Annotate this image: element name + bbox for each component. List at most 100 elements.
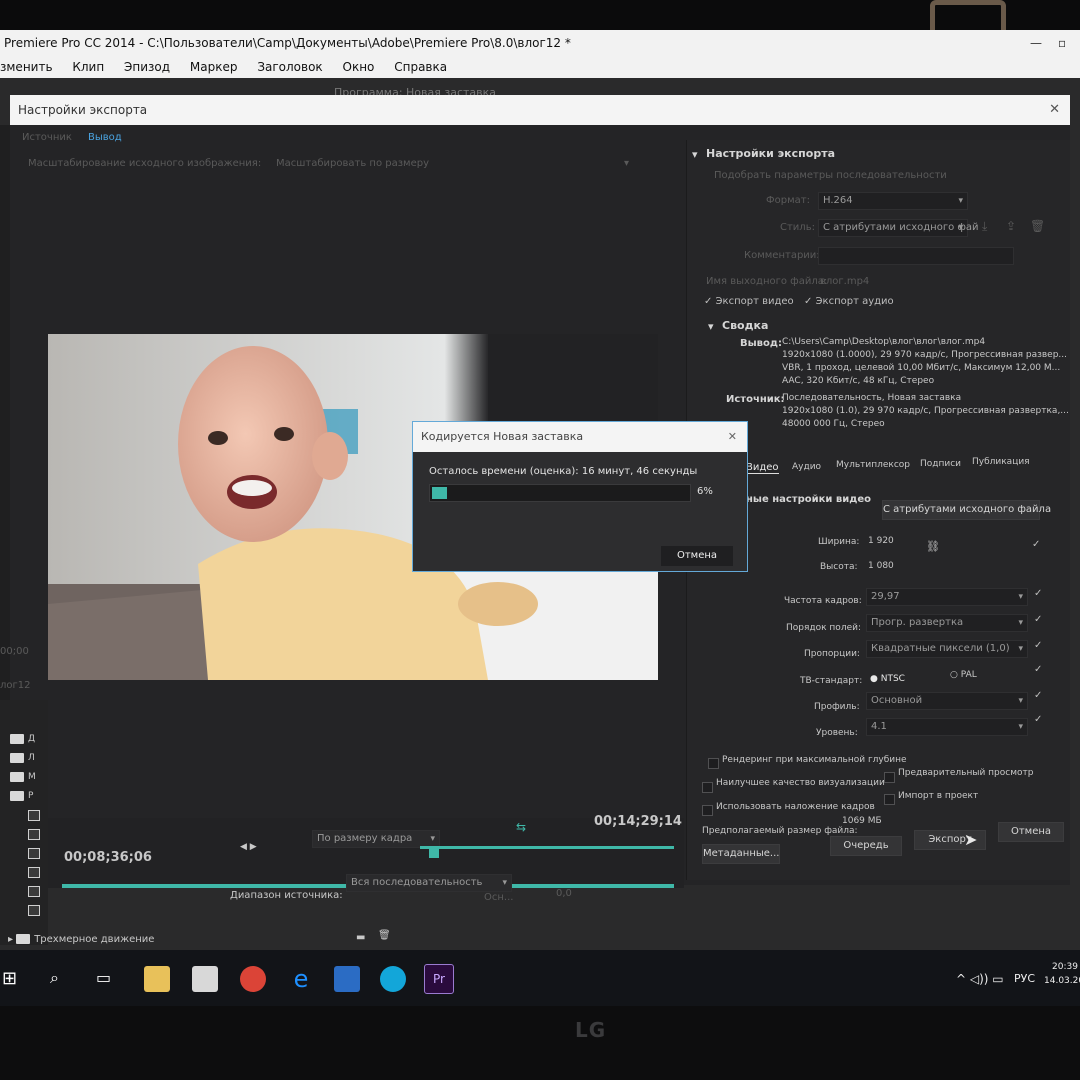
field-order-select[interactable]: Прогр. развертка ▾ bbox=[866, 614, 1028, 632]
use-preview-checkbox[interactable] bbox=[884, 772, 895, 783]
frame-blending-checkbox[interactable] bbox=[702, 805, 713, 816]
save-preset-icon[interactable]: ⤓ bbox=[982, 219, 987, 234]
close-icon[interactable]: ✕ bbox=[1049, 95, 1060, 125]
frame-rate-select[interactable]: 29,97 ▾ bbox=[866, 588, 1028, 606]
preset-label: Стиль: bbox=[780, 222, 815, 233]
max-depth-checkbox[interactable] bbox=[708, 758, 719, 769]
checkmark-icon[interactable]: ✓ bbox=[1034, 588, 1042, 599]
word-icon[interactable] bbox=[334, 966, 360, 992]
match-source-button[interactable]: С атрибутами исходного файла bbox=[882, 500, 1051, 520]
windows-start-icon[interactable]: ⊞ bbox=[2, 968, 17, 989]
clip-icon[interactable] bbox=[28, 848, 40, 859]
list-item[interactable]: Д bbox=[10, 730, 36, 749]
language-indicator[interactable]: РУС bbox=[1014, 972, 1035, 985]
aspect-select[interactable]: Квадратные пиксели (1,0) ▾ bbox=[866, 640, 1028, 658]
playhead[interactable] bbox=[429, 848, 439, 858]
collapse-icon[interactable]: ▾ bbox=[708, 320, 714, 333]
menu-sequence[interactable]: Эпизод bbox=[124, 56, 170, 78]
file-explorer-icon[interactable] bbox=[144, 966, 170, 992]
premiere-icon[interactable]: Pr bbox=[424, 964, 454, 994]
tab-video[interactable]: Видео bbox=[746, 462, 779, 474]
profile-select[interactable]: Основной ▾ bbox=[866, 692, 1028, 710]
store-icon[interactable] bbox=[192, 966, 218, 992]
maximize-icon[interactable]: ▫ bbox=[1058, 30, 1066, 56]
chrome-icon[interactable] bbox=[240, 966, 266, 992]
checkmark-icon[interactable]: ✓ bbox=[1032, 539, 1040, 550]
list-item[interactable]: Р bbox=[10, 787, 36, 806]
new-bin-icon[interactable]: ▬ bbox=[356, 932, 365, 943]
summary-output-line: 1920x1080 (1.0000), 29 970 кадр/с, Прогр… bbox=[782, 350, 1068, 360]
encoding-progress-fill bbox=[432, 487, 447, 499]
list-item-label: Р bbox=[28, 791, 34, 801]
chevron-down-icon[interactable]: ▾ bbox=[624, 158, 629, 169]
height-value[interactable]: 1 080 bbox=[868, 561, 894, 571]
tray-icons[interactable]: ^ ◁)) ▭ bbox=[956, 972, 1004, 986]
clip-icon[interactable] bbox=[28, 829, 40, 840]
crop-icon[interactable]: ⇆ bbox=[516, 820, 526, 834]
edge-icon[interactable]: e bbox=[288, 966, 314, 992]
max-quality-checkbox[interactable] bbox=[702, 782, 713, 793]
menu-window[interactable]: Окно bbox=[343, 56, 375, 78]
menu-edit[interactable]: зменить bbox=[0, 56, 53, 78]
tv-pal-radio[interactable]: ○ PAL bbox=[950, 670, 977, 680]
minimize-icon[interactable]: — bbox=[1030, 30, 1042, 56]
clock-date[interactable]: 14.03.201 bbox=[1044, 976, 1080, 986]
tab-captions[interactable]: Подписи bbox=[920, 459, 961, 469]
import-preset-icon[interactable]: ⇪ bbox=[1006, 219, 1016, 233]
link-icon[interactable]: ⛓ bbox=[926, 540, 940, 553]
monitor-bezel bbox=[0, 1006, 1080, 1080]
checkmark-icon[interactable]: ✓ bbox=[1034, 664, 1042, 675]
format-select[interactable]: H.264 ▾ bbox=[818, 192, 968, 210]
current-timecode[interactable]: 00;08;36;06 bbox=[64, 850, 152, 865]
menu-marker[interactable]: Маркер bbox=[190, 56, 238, 78]
list-item[interactable]: ▸ Трехмерное движение bbox=[8, 934, 154, 945]
clip-icon[interactable] bbox=[28, 867, 40, 878]
queue-button[interactable]: Очередь bbox=[830, 836, 902, 856]
scale-value[interactable]: Масштабировать по размеру bbox=[276, 158, 429, 169]
level-select[interactable]: 4.1 ▾ bbox=[866, 718, 1028, 736]
tab-multiplexer[interactable]: Мультиплексор bbox=[836, 460, 910, 470]
match-sequence-checkbox[interactable]: Подобрать параметры последовательности bbox=[714, 170, 947, 181]
checkmark-icon[interactable]: ✓ bbox=[1034, 614, 1042, 625]
search-icon[interactable]: ⌕ bbox=[50, 968, 59, 988]
metadata-button[interactable]: Метаданные... bbox=[702, 844, 780, 864]
encoding-cancel-button[interactable]: Отмена bbox=[661, 546, 733, 566]
import-project-checkbox[interactable] bbox=[884, 794, 895, 805]
close-icon[interactable]: ✕ bbox=[728, 422, 737, 452]
skype-icon[interactable] bbox=[380, 966, 406, 992]
list-item[interactable]: М bbox=[10, 768, 36, 787]
output-name-link[interactable]: влог.mp4 bbox=[820, 276, 869, 287]
tab-publish[interactable]: Публикация bbox=[972, 457, 1030, 467]
menu-title[interactable]: Заголовок bbox=[257, 56, 322, 78]
menu-clip[interactable]: Клип bbox=[72, 56, 104, 78]
export-cancel-button[interactable]: Отмена bbox=[998, 822, 1064, 842]
set-in-icon[interactable]: ◀ ▶ bbox=[240, 842, 257, 852]
clip-icon[interactable] bbox=[28, 810, 40, 821]
menu-help[interactable]: Справка bbox=[394, 56, 447, 78]
width-value[interactable]: 1 920 bbox=[868, 536, 894, 546]
collapse-icon[interactable]: ▾ bbox=[692, 148, 698, 161]
tab-output[interactable]: Вывод bbox=[88, 132, 122, 143]
tv-ntsc-radio[interactable]: ● NTSC bbox=[870, 674, 905, 684]
checkmark-icon[interactable]: ✓ bbox=[1034, 714, 1042, 725]
source-range-select[interactable]: Вся последовательность ▾ bbox=[346, 874, 512, 892]
task-view-icon[interactable]: ▭ bbox=[96, 968, 111, 987]
source-range-value: Вся последовательность bbox=[351, 877, 483, 888]
work-area-bar[interactable] bbox=[420, 846, 674, 849]
preset-select[interactable]: С атрибутами исходного фай ▾ bbox=[818, 219, 979, 237]
checkmark-icon[interactable]: ✓ bbox=[1034, 690, 1042, 701]
format-label: Формат: bbox=[766, 195, 810, 206]
aspect-label: Пропорции: bbox=[804, 649, 860, 659]
list-item[interactable]: Л bbox=[10, 749, 36, 768]
checkmark-icon[interactable]: ✓ bbox=[1034, 640, 1042, 651]
trash-icon[interactable]: 🗑 bbox=[1030, 219, 1045, 233]
clock-time[interactable]: 20:39 bbox=[1052, 962, 1078, 972]
export-audio-checkbox[interactable]: ✓ Экспорт аудио bbox=[804, 296, 894, 307]
export-video-checkbox[interactable]: ✓ Экспорт видео bbox=[704, 296, 794, 307]
clip-icon[interactable] bbox=[28, 905, 40, 916]
clip-icon[interactable] bbox=[28, 886, 40, 897]
tab-source[interactable]: Источник bbox=[22, 132, 72, 143]
comments-input[interactable] bbox=[818, 247, 1014, 265]
trash-icon[interactable]: 🗑 bbox=[378, 930, 391, 941]
tab-audio[interactable]: Аудио bbox=[792, 462, 821, 472]
